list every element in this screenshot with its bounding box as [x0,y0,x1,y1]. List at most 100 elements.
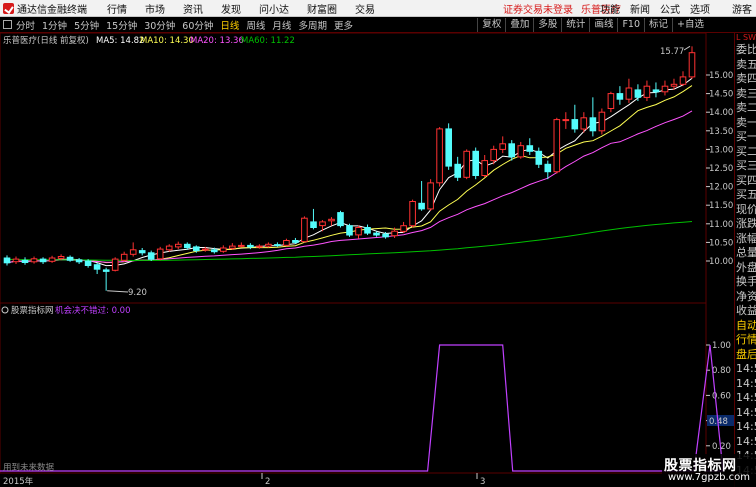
period-more[interactable]: 更多 [334,18,353,32]
candle [427,179,434,211]
candle-body [661,85,669,93]
side-panel-row: 买三 [736,159,756,172]
period-15min[interactable]: 15分钟 [106,18,137,32]
adjust-button[interactable]: 复权 [477,18,505,32]
side-panel-row: 净资 [736,289,756,303]
candle-body [409,201,416,227]
stats-button[interactable]: 统计 [561,18,589,32]
price-tick-label: 13.00 [709,145,733,155]
candle [634,84,642,102]
candle-body [220,247,227,252]
quote-side-panel: L SW 委比 卖五 卖四 卖三 卖二 卖一 买一 买二 买三 买四 买五 现价 涨跌 涨幅 总量 外盘 换手净… [734,33,756,487]
candle [238,242,245,248]
period-30min[interactable]: 30分钟 [144,18,175,32]
period-5min[interactable]: 5分钟 [74,18,99,32]
period-60min[interactable]: 60分钟 [182,18,213,32]
price-legend: 乐普医疗(日线 前复权) MA5: 14.82 MA10: 14.30 MA20… [3,35,295,46]
menu-discover[interactable]: 发现 [221,1,241,16]
candle-body [481,160,488,176]
candle-body [39,258,47,263]
candle-body [247,244,254,248]
candle-body [184,243,191,249]
side-panel-row: 买五 [736,188,756,201]
candle [436,127,443,187]
menu-function[interactable]: 功能 [600,1,620,16]
price-tick-label: 11.50 [709,201,733,211]
candle-body [382,233,389,238]
ma20-line [6,110,693,264]
menu-quotes[interactable]: 行情 [107,1,127,16]
high-annotation-arrow [683,45,691,51]
candle [138,247,146,256]
candle [481,154,488,178]
candle-body [310,221,317,228]
candle-body [418,202,425,210]
side-panel-row: 委比 [736,43,756,56]
candle-body [84,260,92,266]
candle-body [193,246,200,252]
kline-chart[interactable]: 乐普医疗(日线 前复权) MA5: 14.82 MA10: 14.30 MA20… [0,33,734,487]
menu-news[interactable]: 资讯 [183,1,203,16]
candle-body [283,240,290,246]
candle-body [607,93,615,109]
candle-body [48,257,56,262]
candle [535,147,543,168]
chart-toolbar: 分时 1分钟 5分钟 15分钟 30分钟 60分钟 日线 周线 月线 多周期 更… [0,17,756,33]
f10-button[interactable]: F10 [617,18,644,32]
menu-newsfeed[interactable]: 新闻 [630,1,650,16]
price-tick-label: 13.50 [709,127,733,137]
layout-icon[interactable] [3,20,12,29]
overlay-button[interactable]: 叠加 [505,18,533,32]
period-daily[interactable]: 日线 [220,18,239,32]
menu-market[interactable]: 市场 [145,1,165,16]
candle-body [652,89,660,93]
menu-ask[interactable]: 问小达 [259,1,289,16]
period-intraday[interactable]: 分时 [16,18,35,32]
login-status-link[interactable]: 证券交易未登录 [503,1,573,16]
candle-body [625,87,633,100]
x-label-mar: 3 [480,477,485,487]
period-weekly[interactable]: 周线 [246,18,265,32]
candle-body [553,119,561,173]
period-multi[interactable]: 多周期 [298,18,327,32]
side-panel-row: 卖五 [736,57,756,71]
guest-user[interactable]: 游客 [732,1,752,16]
candle-body [202,248,209,251]
indicator-value-label: 机会决不错过: 0.00 [55,305,131,316]
indicator-legend: 股票指标网 机会决不错过: 0.00 [1,305,131,316]
indicator-tick-label: 0.20 [712,442,731,452]
menu-options[interactable]: 选项 [690,1,710,16]
candle-body [346,225,353,236]
ma60-label: MA60: 11.22 [241,36,295,46]
side-panel-row: 行情 [736,333,756,346]
candle [274,242,281,247]
menu-formula[interactable]: 公式 [660,1,680,16]
candle [147,250,155,261]
candle-body [21,259,29,264]
indicator-toggle-icon[interactable] [1,306,9,314]
menu-wealth[interactable]: 财富圈 [307,1,337,16]
candle [553,117,561,174]
draw-button[interactable]: 画线 [589,18,617,32]
candle [616,86,624,105]
candle-body [156,248,164,260]
mark-button[interactable]: 标记 [644,18,672,32]
price-tick-label: 12.00 [709,183,733,193]
add-watchlist-button[interactable]: +自选 [672,18,708,32]
watermark-url: www.7gpzb.com [668,472,750,483]
candle-body [256,245,263,248]
period-monthly[interactable]: 月线 [272,18,291,32]
multi-stock-button[interactable]: 多股 [533,18,561,32]
candle [355,225,362,239]
period-1min[interactable]: 1分钟 [42,18,67,32]
candle-body [292,240,299,243]
candle-body [616,93,624,100]
candle [661,80,669,96]
candle [472,147,479,180]
candle-body [265,243,272,247]
menu-trade[interactable]: 交易 [355,1,375,16]
candle [48,255,56,263]
candle [508,140,515,161]
price-tick-label: 10.50 [709,238,733,248]
indicator-name[interactable]: 股票指标网 [11,305,54,316]
